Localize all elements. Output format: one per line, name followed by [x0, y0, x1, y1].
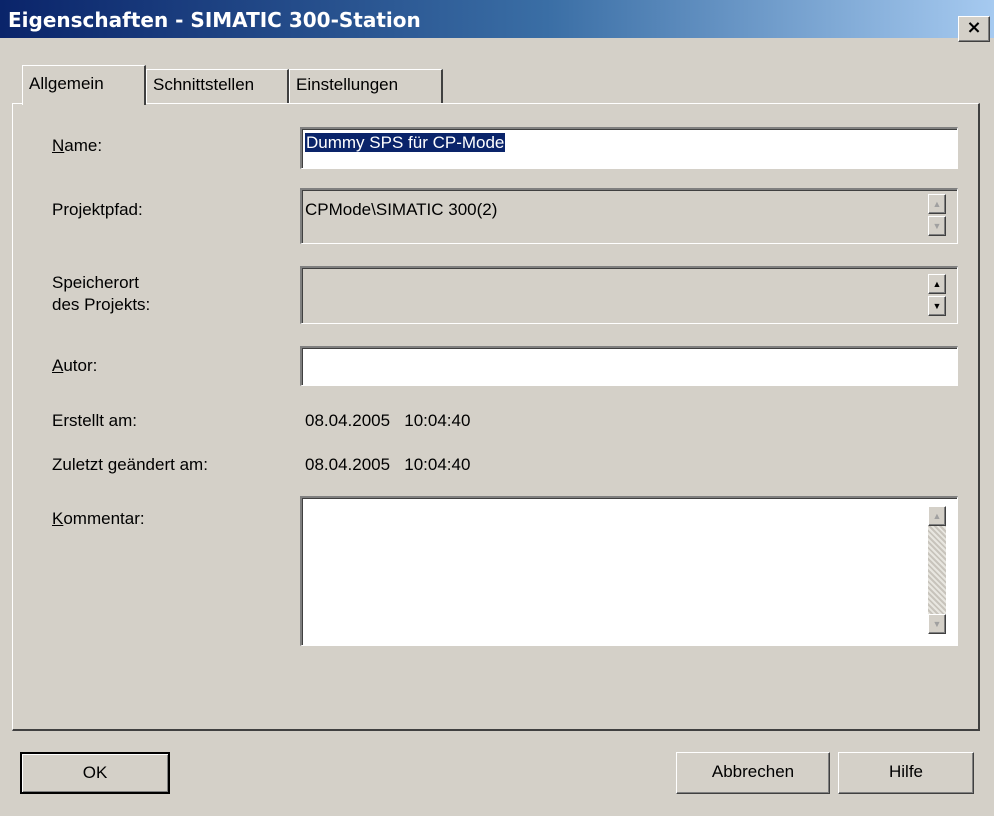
- kommentar-scroll-track[interactable]: [928, 526, 946, 614]
- erstellt-label: Erstellt am:: [52, 411, 138, 430]
- scroll-down-icon: ▼: [932, 301, 942, 311]
- scroll-up-icon: ▲: [932, 279, 942, 289]
- tab-schnittstellen-label: Schnittstellen: [153, 75, 255, 94]
- name-label: Name:: [52, 136, 102, 156]
- speicherort-scroll-up[interactable]: ▲: [928, 274, 946, 294]
- geaendert-value: 08.04.2005 10:04:40: [305, 455, 471, 474]
- window-title: Eigenschaften - SIMATIC 300-Station: [8, 8, 421, 32]
- speicherort-label-line2: des Projekts:: [52, 295, 151, 314]
- close-button[interactable]: ×: [958, 16, 990, 42]
- close-icon: ×: [966, 17, 982, 38]
- tab-einstellungen[interactable]: Einstellungen: [289, 69, 443, 103]
- erstellt-value: 08.04.2005 10:04:40: [305, 411, 471, 430]
- kommentar-scroll-down[interactable]: ▼: [928, 614, 946, 634]
- autor-label: Autor:: [52, 356, 97, 376]
- scroll-down-icon: ▼: [932, 619, 942, 629]
- speicherort-label: Speicherort des Projekts:: [52, 272, 150, 316]
- scroll-down-icon: ▼: [932, 221, 942, 231]
- name-label-accel: N: [52, 136, 65, 155]
- projektpfad-scroll-down[interactable]: ▼: [928, 216, 946, 236]
- tab-einstellungen-label: Einstellungen: [296, 75, 399, 94]
- autor-label-accel: A: [52, 356, 64, 375]
- kommentar-label-text: ommentar:: [63, 509, 145, 528]
- speicherort-field: ▲ ▼: [300, 266, 958, 324]
- projektpfad-label: Projektpfad:: [52, 200, 143, 219]
- speicherort-scroll-down[interactable]: ▼: [928, 296, 946, 316]
- kommentar-label: Kommentar:: [52, 509, 145, 529]
- speicherort-label-line1: Speicherort: [52, 273, 139, 292]
- name-field-value: Dummy SPS für CP-Mode: [305, 133, 506, 152]
- name-label-text: ame:: [64, 136, 103, 155]
- scroll-up-icon: ▲: [932, 199, 942, 209]
- tab-schnittstellen[interactable]: Schnittstellen: [146, 69, 289, 103]
- scroll-up-icon: ▲: [932, 511, 942, 521]
- kommentar-label-accel: K: [52, 509, 64, 528]
- geaendert-label: Zuletzt geändert am:: [52, 455, 208, 474]
- autor-label-text: utor:: [63, 356, 98, 375]
- title-bar: Eigenschaften - SIMATIC 300-Station: [0, 0, 994, 38]
- projektpfad-value: CPMode\SIMATIC 300(2): [305, 200, 498, 219]
- ok-button[interactable]: OK: [20, 752, 170, 794]
- kommentar-field[interactable]: ▲ ▼: [300, 496, 958, 646]
- tab-allgemein-label: Allgemein: [29, 74, 104, 93]
- help-button[interactable]: Hilfe: [838, 752, 974, 794]
- cancel-button[interactable]: Abbrechen: [676, 752, 830, 794]
- projektpfad-field: CPMode\SIMATIC 300(2) ▲ ▼: [300, 188, 958, 244]
- projektpfad-scroll-up[interactable]: ▲: [928, 194, 946, 214]
- name-field[interactable]: Dummy SPS für CP-Mode: [300, 127, 958, 169]
- autor-field[interactable]: [300, 346, 958, 386]
- tab-allgemein[interactable]: Allgemein: [22, 65, 146, 105]
- kommentar-scroll-up[interactable]: ▲: [928, 506, 946, 526]
